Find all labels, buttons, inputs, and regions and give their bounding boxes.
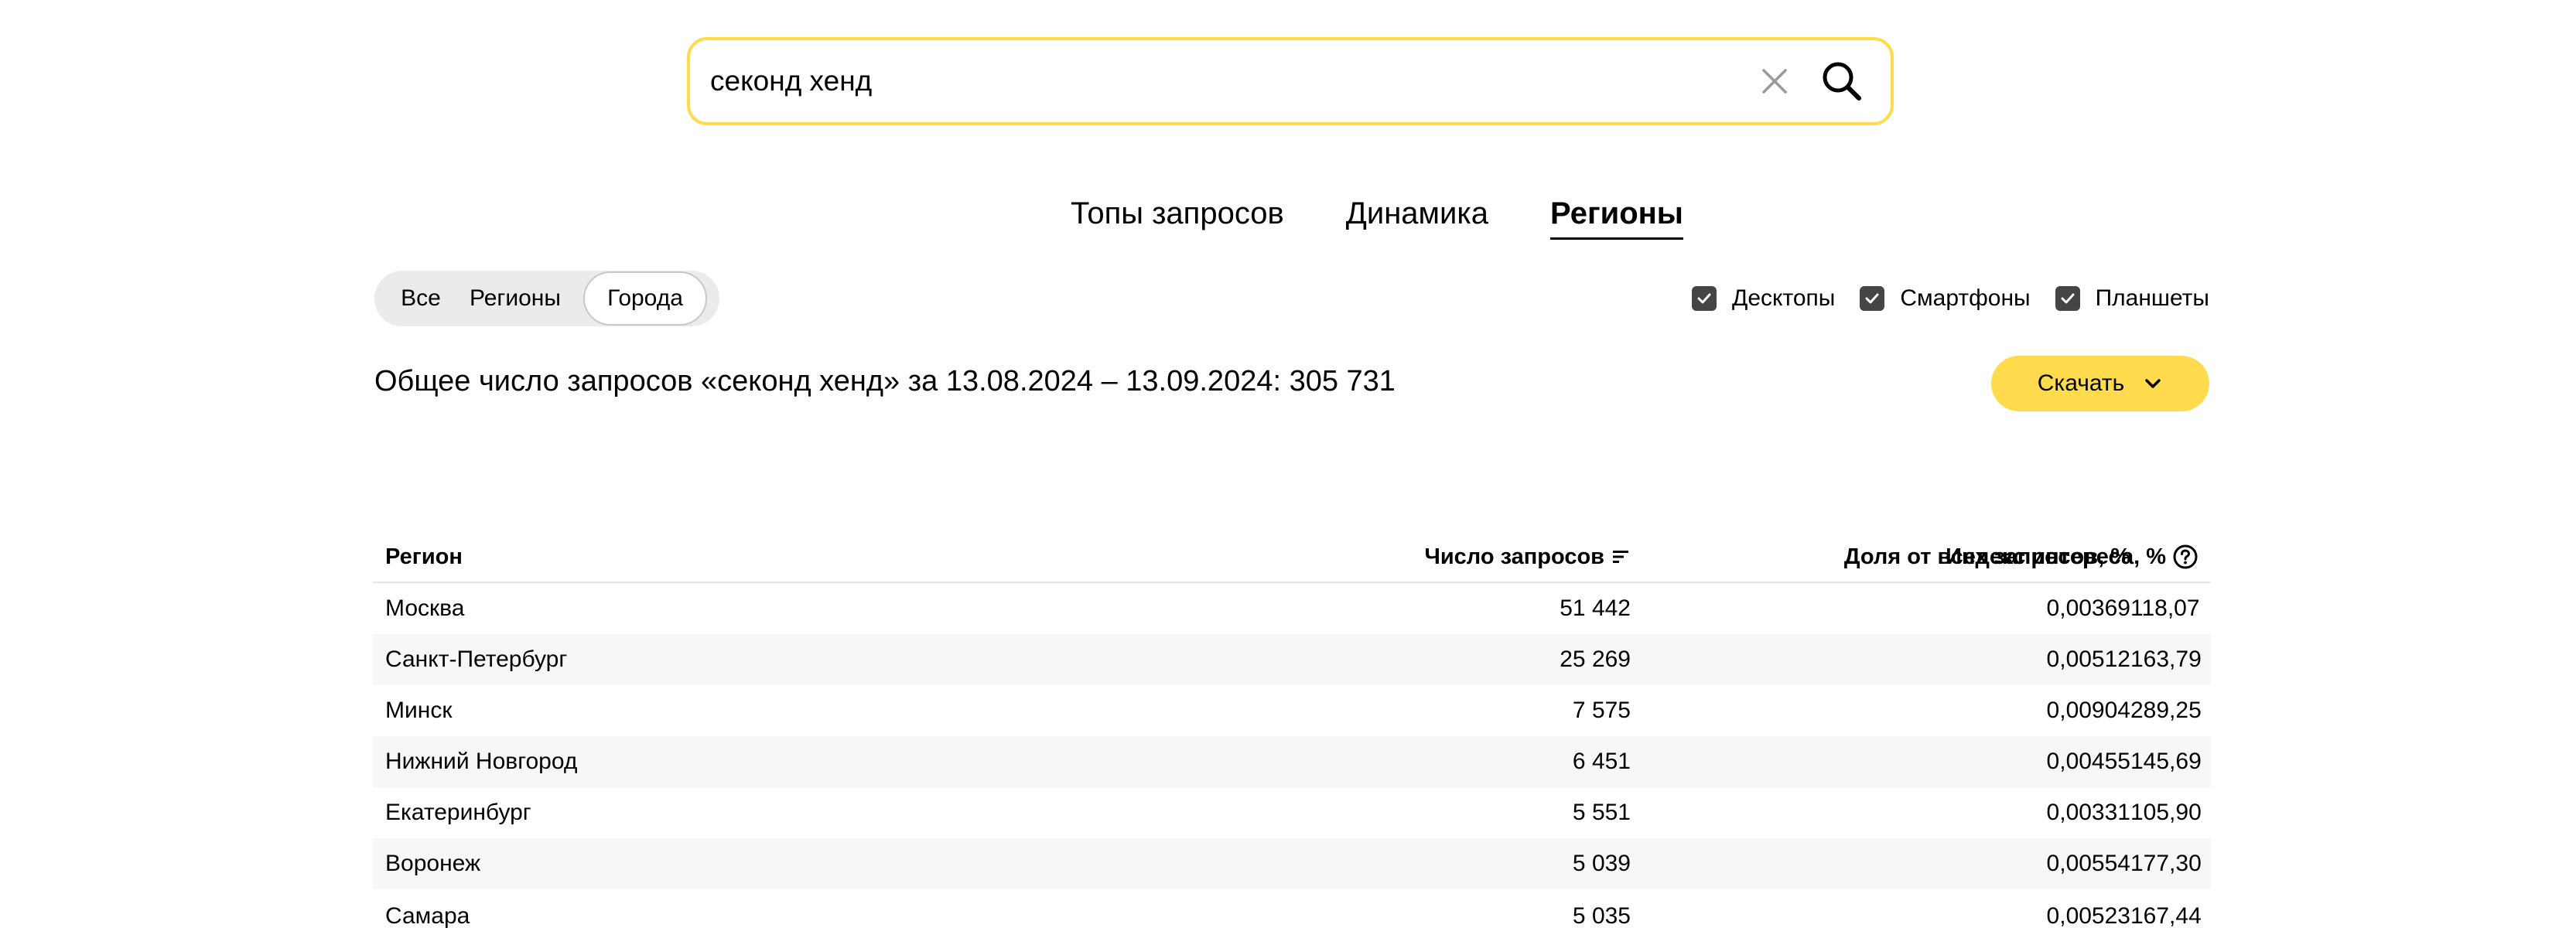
total-queries-summary: Общее число запросов «секонд хенд» за 13… [374,365,1396,397]
table-row: Москва 51 442 0,00369 118,07 [373,583,2211,634]
cell-index: 118,07 [2130,595,2200,621]
cell-share: 0,00369 [2046,595,2130,621]
column-header-count-label: Число запросов [1424,544,1604,569]
cell-index: 177,30 [2130,851,2202,876]
chevron-down-icon [2145,379,2161,388]
cell-share: 0,00331 [2046,800,2130,825]
device-label: Смартфоны [1900,285,2031,311]
cell-share: 0,00554 [2046,851,2130,876]
cell-count: 5 551 [1572,800,1631,825]
sort-icon[interactable] [1611,547,1631,567]
cell-region: Екатеринбург [385,800,531,825]
cell-share: 0,00904 [2046,698,2130,723]
cell-share: 0,00512 [2046,646,2130,672]
tab-dynamics[interactable]: Динамика [1346,190,1488,240]
device-label: Десктопы [1732,285,1836,311]
cell-index: 105,90 [2130,800,2202,825]
cell-index: 163,79 [2130,646,2202,672]
table-header: Регион Число запросов Доля от всех запро… [373,532,2211,583]
page: Топы запросов Динамика Регионы Все Регио… [0,0,2576,945]
cell-count: 6 451 [1572,749,1631,774]
cell-count: 5 039 [1572,851,1631,876]
download-button[interactable]: Скачать [1991,356,2209,411]
cell-count: 5 035 [1572,903,1631,929]
filter-cities[interactable]: Города [583,271,707,326]
tab-top-queries[interactable]: Топы запросов [1071,190,1284,240]
search-bar [687,37,1894,125]
device-smartphone[interactable]: Смартфоны [1860,285,2031,312]
tab-regions[interactable]: Регионы [1550,190,1683,240]
cell-region: Нижний Новгород [385,749,578,774]
table-row: Воронеж 5 039 0,00554 177,30 [373,838,2211,889]
download-label: Скачать [2037,370,2125,396]
cell-count: 25 269 [1560,646,1631,672]
regions-table: Регион Число запросов Доля от всех запро… [373,532,2211,943]
search-icon[interactable] [1815,54,1869,108]
search-input[interactable] [690,40,1750,122]
table-row: Санкт-Петербург 25 269 0,00512 163,79 [373,634,2211,685]
table-row: Нижний Новгород 6 451 0,00455 145,69 [373,736,2211,787]
cell-count: 51 442 [1560,595,1631,621]
device-desktop[interactable]: Десктопы [1692,285,1835,312]
cell-count: 7 575 [1572,698,1631,723]
cell-region: Минск [385,698,453,723]
table-row: Екатеринбург 5 551 0,00331 105,90 [373,787,2211,838]
filter-regions[interactable]: Регионы [458,271,572,326]
checkmark-icon [1697,293,1711,304]
cell-index: 289,25 [2130,698,2202,723]
cell-region: Воронеж [385,851,481,876]
column-header-index[interactable]: Индекс интереса, % [1946,544,2211,570]
cell-share: 0,00523 [2046,903,2130,929]
checkmark-icon [1865,293,1879,304]
table-row: Самара 5 035 0,00523 167,44 [373,889,2211,943]
device-filter: Десктопы Смартфоны Планшеты [1692,283,2209,314]
device-label: Планшеты [2095,285,2209,311]
column-header-region[interactable]: Регион [373,544,806,570]
help-icon[interactable] [2172,544,2198,570]
checkbox-desktop[interactable] [1692,286,1717,311]
tab-bar: Топы запросов Динамика Регионы [0,190,2576,240]
cell-index: 145,69 [2130,749,2202,774]
column-header-index-label: Индекс интереса, % [1946,544,2166,569]
cell-share: 0,00455 [2046,749,2130,774]
filter-all[interactable]: Все [374,271,458,326]
checkmark-icon [2061,293,2075,304]
cell-region: Санкт-Петербург [385,646,568,672]
region-type-filter: Все Регионы Города [374,271,719,326]
device-tablet[interactable]: Планшеты [2055,285,2209,312]
close-icon[interactable] [1750,56,1799,106]
cell-index: 167,44 [2130,903,2202,929]
checkbox-smartphone[interactable] [1860,286,1885,311]
table-body: Москва 51 442 0,00369 118,07 Санкт-Петер… [373,583,2211,943]
cell-region: Самара [385,903,470,929]
table-row: Минск 7 575 0,00904 289,25 [373,685,2211,736]
column-header-count[interactable]: Число запросов [806,544,1631,570]
cell-region: Москва [385,595,465,621]
checkbox-tablet[interactable] [2055,286,2080,311]
